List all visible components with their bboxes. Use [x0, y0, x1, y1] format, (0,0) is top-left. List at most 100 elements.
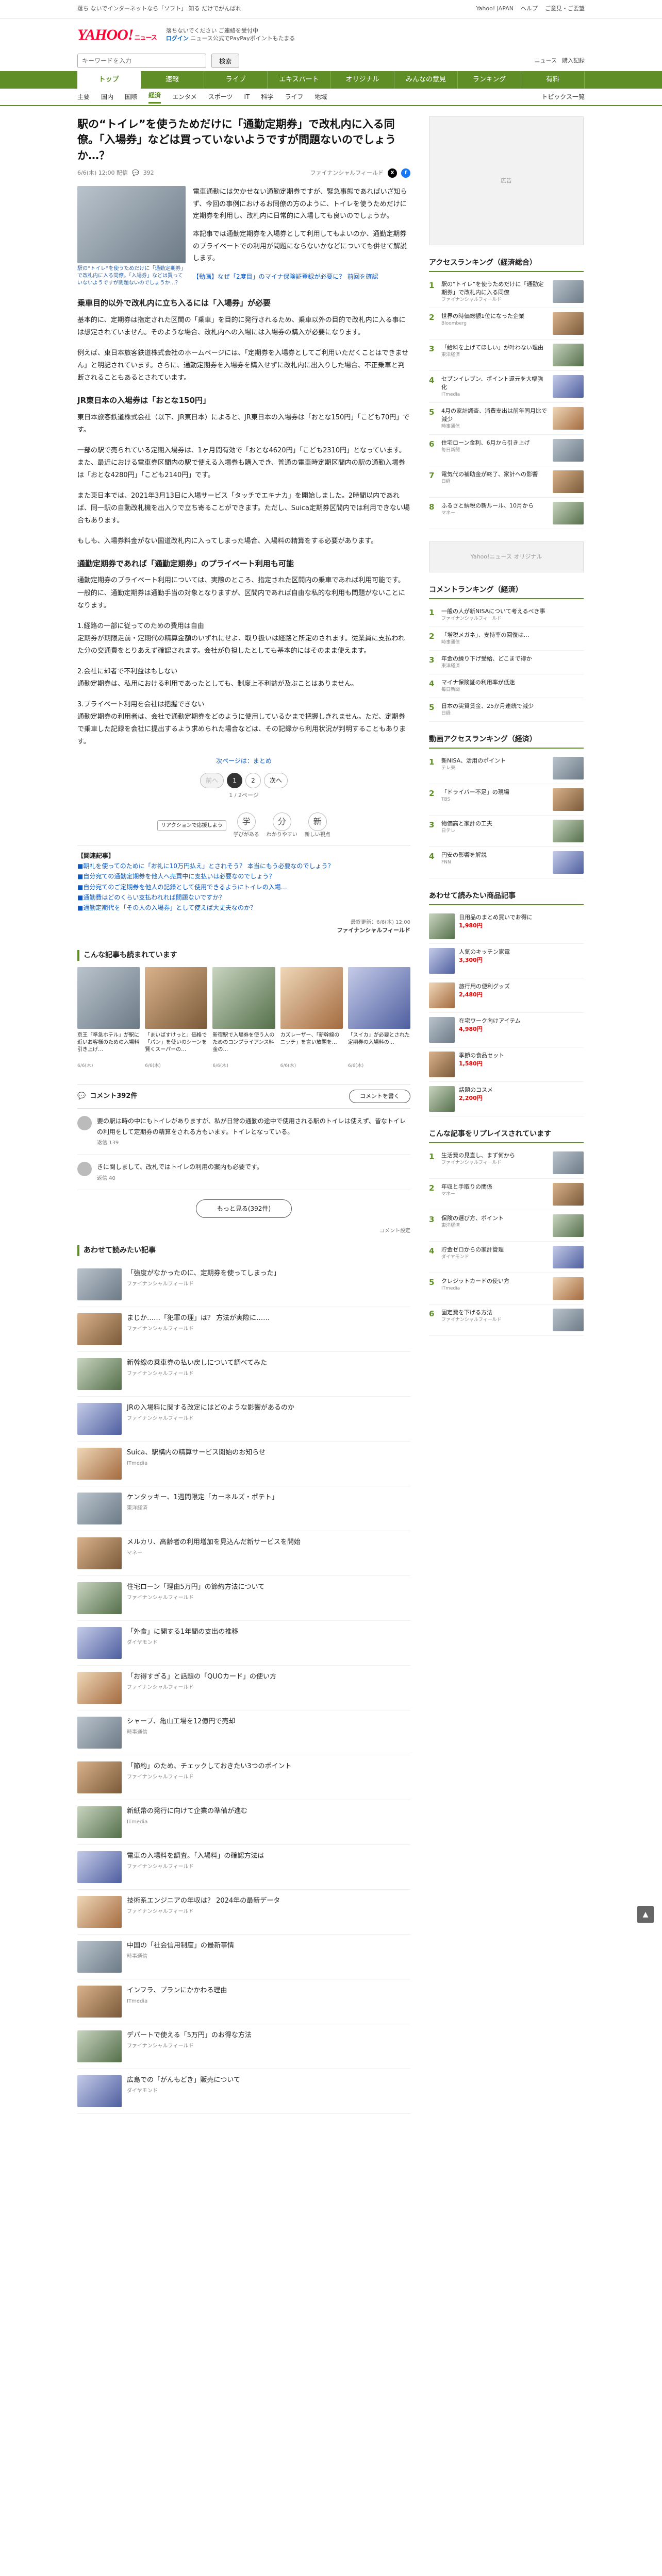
related-link[interactable]: ■通勤定期代を「その人の入場券」として使えば大丈夫なのか？ — [77, 903, 410, 913]
lead-caption[interactable]: 駅の“トイレ”を使うためだけに「通勤定期券」で改札内に入る同僚。「入場券」などは… — [77, 265, 186, 287]
recommend-item[interactable]: メルカリ、高齢者の利用増加を見込んだ新サービスを開始 マネー — [77, 1531, 410, 1576]
shop-item[interactable]: 旅行用の便利グッズ 2,480円 — [429, 978, 584, 1013]
subnav-main[interactable]: 主要 — [77, 92, 90, 101]
reaction-learn[interactable]: 学学びがある — [234, 812, 259, 839]
next-page-link[interactable]: 次ページは：まとめ — [77, 756, 410, 766]
nav-opinion[interactable]: みんなの意見 — [394, 71, 458, 89]
recommend-item[interactable]: JRの入場料に関する改定にはどのような影響があるのか ファイナンシャルフィールド — [77, 1397, 410, 1442]
page-2-button[interactable]: 2 — [245, 773, 261, 789]
search-category[interactable]: ニュース — [535, 57, 557, 65]
comment-count[interactable]: 392 — [143, 169, 154, 178]
ranking-item[interactable]: 2 「ドライバー不足」の現場 TBS — [429, 784, 584, 816]
ranking-item[interactable]: 5 4月の家計調査、消費支出は前年同月比で減少 時事通信 — [429, 403, 584, 435]
nav-top[interactable]: トップ — [77, 71, 141, 89]
recommend-item[interactable]: インフラ、プランにかかわる理由 ITmedia — [77, 1979, 410, 2024]
yahoo-news-logo[interactable]: YAHOO! ニュース — [77, 23, 157, 46]
source-name[interactable]: ファイナンシャルフィールド — [310, 169, 384, 178]
read-card[interactable]: カズレーザー、「新幹線のニッチ」を言い放題を… 6/6(木) — [280, 967, 343, 1070]
topics-list-link[interactable]: トピックス一覧 — [541, 92, 585, 101]
ranking-item[interactable]: 4 貯金ゼロからの家計管理 ダイヤモンド — [429, 1242, 584, 1273]
recommend-item[interactable]: 中国の「社会信用制度」の最新事情 時事通信 — [77, 1935, 410, 1979]
nav-expert[interactable]: エキスパート — [268, 71, 331, 89]
read-card[interactable]: 「まいばすけっと」価格で「パン」を使いのシーンを賢くスーパーの… 6/6(木) — [145, 967, 208, 1070]
recommend-item[interactable]: 新幹線の乗車券の払い戻しについて調べてみた ファイナンシャルフィールド — [77, 1352, 410, 1397]
ranking-item[interactable]: 1 生活費の見直し、まず何から ファイナンシャルフィールド — [429, 1147, 584, 1179]
read-card[interactable]: 新宿駅で入場券を使う人のためのコンプライアンス料金の… 6/6(木) — [212, 967, 275, 1070]
lead-video-link[interactable]: 【動画】なぜ「2度目」のマイナ保険証登録が必要に？ — [193, 273, 345, 280]
prev-page-button[interactable]: 前へ — [200, 773, 224, 789]
nav-breaking[interactable]: 速報 — [141, 71, 204, 89]
comment-settings-link[interactable]: コメント設定 — [77, 1227, 410, 1235]
related-link[interactable]: ■自分宛てのご定期券を他人の記録として使用できるようにトイレの入場… — [77, 882, 410, 892]
ranking-item[interactable]: 3 年金の繰り下げ受給、どこまで得か 東洋経済 — [429, 651, 584, 674]
subnav-world[interactable]: 国際 — [125, 92, 137, 101]
ranking-item[interactable]: 6 住宅ローン金利、6月から引き上げ 毎日新聞 — [429, 435, 584, 466]
ranking-item[interactable]: 8 ふるさと納税の新ルール、10月から マネー — [429, 498, 584, 529]
shop-item[interactable]: 日用品のまとめ買いでお得に 1,980円 — [429, 909, 584, 944]
ranking-item[interactable]: 4 セブンイレブン、ポイント還元を大幅強化 ITmedia — [429, 371, 584, 403]
related-link[interactable]: ■通勤費はどのくらい支払われれば問題ないですか？ — [77, 892, 410, 903]
more-comments-button[interactable]: もっと見る(392件) — [195, 1199, 292, 1218]
recommend-item[interactable]: デパートで使える「5万円」のお得な方法 ファイナンシャルフィールド — [77, 2024, 410, 2069]
lead-image[interactable] — [77, 186, 186, 264]
subnav-economy[interactable]: 経済 — [148, 91, 161, 104]
recommend-item[interactable]: Suica、駅構内の精算サービス開始のお知らせ ITmedia — [77, 1442, 410, 1486]
recommend-item[interactable]: 広島での「がんもどき」販売について ダイヤモンド — [77, 2069, 410, 2114]
page-top-button[interactable]: ▲ — [637, 1906, 654, 1923]
facebook-share-icon[interactable]: f — [401, 168, 410, 178]
nav-live[interactable]: ライブ — [204, 71, 268, 89]
ranking-item[interactable]: 5 クレジットカードの使い方 ITmedia — [429, 1273, 584, 1304]
subnav-it[interactable]: IT — [244, 92, 250, 101]
top-link-help[interactable]: ヘルプ — [521, 5, 538, 13]
reaction-new[interactable]: 新新しい視点 — [305, 812, 330, 839]
sidebar-ad[interactable]: 広告 — [429, 116, 584, 245]
ranking-item[interactable]: 1 一般の人が新NISAについて考えるべき事 ファイナンシャルフィールド — [429, 603, 584, 627]
original-banner[interactable]: Yahoo!ニュース オリジナル — [429, 541, 584, 572]
shop-item[interactable]: 人気のキッチン家電 3,300円 — [429, 944, 584, 978]
nav-original[interactable]: オリジナル — [331, 71, 394, 89]
subnav-entertainment[interactable]: エンタメ — [172, 92, 197, 101]
page-1-button[interactable]: 1 — [227, 773, 242, 789]
purchase-record-link[interactable]: 購入記録 — [562, 57, 585, 65]
ranking-item[interactable]: 7 電気代の補助金が終了、家計への影響 日経 — [429, 466, 584, 498]
shop-item[interactable]: 話題のコスメ 2,200円 — [429, 1082, 584, 1116]
nav-paid[interactable]: 有料 — [521, 71, 585, 89]
ranking-item[interactable]: 2 年収と手取りの関係 マネー — [429, 1179, 584, 1210]
nav-ranking[interactable]: ランキング — [458, 71, 521, 89]
ranking-item[interactable]: 3 「給料を上げてほしい」が叶わない理由 東洋経済 — [429, 340, 584, 371]
ranking-item[interactable]: 5 日本の実質賃金、25か月連続で減少 日経 — [429, 698, 584, 722]
comment-icon[interactable]: 💬 — [132, 169, 139, 178]
recommend-item[interactable]: 技術系エンジニアの年収は？ 2024年の最新データ ファイナンシャルフィールド — [77, 1890, 410, 1935]
ranking-item[interactable]: 1 新NISA、活用のポイント テレ東 — [429, 753, 584, 784]
shop-item[interactable]: 季節の食品セット 1,580円 — [429, 1047, 584, 1082]
ranking-item[interactable]: 1 駅の“トイレ”を使うためだけに「通勤定期券」で改札内に入る同僚 ファイナンシャル… — [429, 276, 584, 308]
recommend-item[interactable]: 「外食」に関する1年間の支出の推移 ダイヤモンド — [77, 1621, 410, 1666]
recommend-item[interactable]: 「お得すぎる」と話題の「QUOカード」の使い方 ファイナンシャルフィールド — [77, 1666, 410, 1710]
subnav-life[interactable]: ライフ — [285, 92, 303, 101]
recommend-item[interactable]: まじか……「犯罪の理」は？ 方法が実際に…… ファイナンシャルフィールド — [77, 1307, 410, 1352]
ranking-item[interactable]: 6 固定費を下げる方法 ファイナンシャルフィールド — [429, 1304, 584, 1336]
read-card[interactable]: 京王「準急ホテル」が駅に近いお客様のための入場料引き上げ… 6/6(木) — [77, 967, 140, 1070]
search-button[interactable]: 検索 — [211, 54, 240, 68]
next-page-button[interactable]: 次へ — [264, 773, 288, 789]
top-link-yahoo[interactable]: Yahoo! JAPAN — [476, 5, 514, 13]
reaction-clear[interactable]: 分わかりやすい — [267, 812, 297, 839]
ranking-item[interactable]: 3 保険の選び方、ポイント 東洋経済 — [429, 1210, 584, 1242]
reply-count[interactable]: 返信 40 — [97, 1175, 263, 1182]
recommend-item[interactable]: 住宅ローン「理由5万円」の節約方法について ファイナンシャルフィールド — [77, 1576, 410, 1621]
x-share-icon[interactable]: X — [388, 168, 397, 178]
shop-item[interactable]: 在宅ワーク向けアイテム 4,980円 — [429, 1013, 584, 1047]
ranking-item[interactable]: 4 マイナ保険証の利用率が低迷 毎日新聞 — [429, 674, 584, 698]
recommend-item[interactable]: 電車の入場料を調査。「入場料」の確認方法は ファイナンシャルフィールド — [77, 1845, 410, 1890]
reply-count[interactable]: 返信 139 — [97, 1139, 410, 1147]
login-link[interactable]: ログイン — [166, 35, 189, 42]
subnav-sports[interactable]: スポーツ — [208, 92, 233, 101]
ranking-item[interactable]: 2 世界の時価総額1位になった企業 Bloomberg — [429, 308, 584, 340]
ranking-item[interactable]: 3 物価高と家計の工夫 日テレ — [429, 816, 584, 847]
lead-detail-link[interactable]: 前回を確認 — [347, 273, 378, 280]
subnav-science[interactable]: 科学 — [261, 92, 273, 101]
read-card[interactable]: 「スイカ」が必要とされた定期券の入場料の… 6/6(木) — [347, 967, 411, 1070]
recommend-item[interactable]: 「節約」のため、チェックしておきたい3つのポイント ファイナンシャルフィールド — [77, 1755, 410, 1800]
top-promo[interactable]: 落ち ないでインターネットなら「ソフト」 知る だけでがんばれ — [77, 5, 476, 13]
subnav-local[interactable]: 地域 — [315, 92, 327, 101]
